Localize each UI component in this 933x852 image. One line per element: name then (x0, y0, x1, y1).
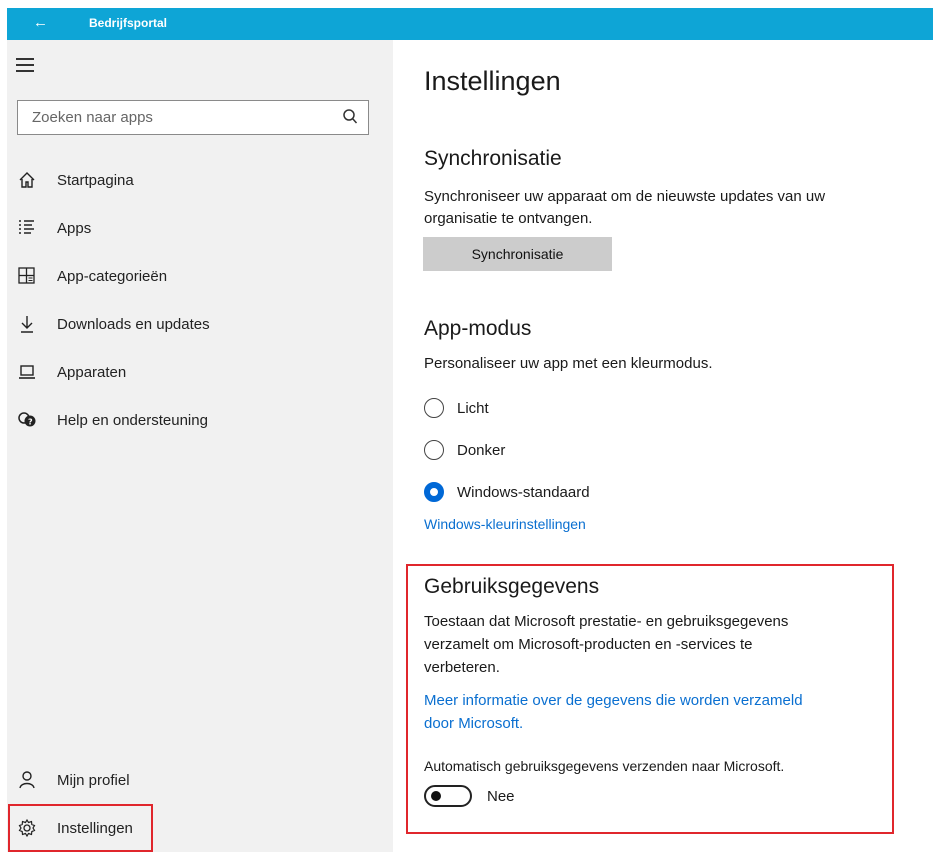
categories-icon (18, 267, 35, 284)
search-icon[interactable] (342, 108, 358, 126)
more-info-link-line2[interactable]: door Microsoft. (424, 713, 523, 735)
apps-list-icon (19, 220, 34, 234)
nav-item-help[interactable]: ? Help en ondersteuning (17, 406, 377, 436)
sync-heading: Synchronisatie (424, 147, 562, 170)
home-icon (19, 172, 35, 188)
help-icon: ? (18, 412, 36, 427)
app-mode-description: Personaliseer uw app met een kleurmodus. (424, 355, 713, 372)
nav-item-mijn-profiel[interactable]: Mijn profiel (17, 766, 377, 796)
usage-heading: Gebruiksgegevens (424, 575, 600, 598)
nav-item-label: Apps (57, 220, 92, 237)
svg-text:?: ? (28, 418, 33, 427)
toggle-knob (431, 791, 441, 801)
usage-description-line1: Toestaan dat Microsoft prestatie- en geb… (424, 613, 789, 630)
usage-description-line2: verzamelt om Microsoft-producten en -ser… (424, 636, 753, 653)
highlight-box-instellingen (8, 804, 153, 852)
title-bar: ← Bedrijfsportal (7, 8, 933, 40)
sync-button[interactable]: Synchronisatie (423, 237, 612, 271)
nav-item-label: Mijn profiel (57, 772, 130, 789)
radio-windows-standaard[interactable]: Windows-standaard (424, 482, 724, 504)
search-box[interactable] (17, 100, 369, 135)
download-icon (21, 316, 33, 333)
radio-licht[interactable]: Licht (424, 398, 724, 420)
toggle-state-label: Nee (487, 788, 515, 805)
nav-item-apparaten[interactable]: Apparaten (17, 358, 377, 388)
more-info-link-line1[interactable]: Meer informatie over de gegevens die wor… (424, 690, 803, 712)
radio-donker[interactable]: Donker (424, 440, 724, 462)
nav-item-startpagina[interactable]: Startpagina (17, 166, 377, 196)
app-mode-heading: App-modus (424, 317, 532, 340)
back-button[interactable]: ← (33, 14, 48, 31)
windows-color-settings-link[interactable]: Windows-kleurinstellingen (424, 513, 586, 535)
laptop-icon (19, 365, 35, 379)
usage-toggle-switch[interactable] (424, 785, 472, 807)
radio-label: Windows-standaard (457, 484, 590, 501)
person-icon (19, 771, 35, 789)
nav-item-label: Downloads en updates (57, 316, 210, 333)
app-title: Bedrijfsportal (89, 16, 168, 30)
nav-item-app-categorieen[interactable]: App-categorieën (17, 262, 377, 292)
nav-item-label: Apparaten (57, 364, 127, 381)
auto-send-label: Automatisch gebruiksgegevens verzenden n… (424, 758, 785, 774)
radio-label: Donker (457, 442, 506, 459)
usage-description-line3: verbeteren. (424, 659, 500, 676)
radio-circle-selected[interactable] (424, 482, 444, 502)
nav-item-label: Help en ondersteuning (57, 412, 208, 429)
navigation-pane: Startpagina Apps App-categorieën Downloa… (7, 40, 393, 852)
sync-description-line1: Synchroniseer uw apparaat om de nieuwste… (424, 188, 826, 205)
nav-item-apps[interactable]: Apps (17, 214, 377, 244)
radio-circle[interactable] (424, 440, 444, 460)
page-title: Instellingen (424, 66, 561, 96)
sync-description-line2: organisatie te ontvangen. (424, 210, 593, 227)
nav-item-label: App-categorieën (57, 268, 168, 285)
radio-circle[interactable] (424, 398, 444, 418)
nav-item-label: Startpagina (57, 172, 134, 189)
search-input[interactable] (30, 108, 334, 127)
nav-item-downloads[interactable]: Downloads en updates (17, 310, 377, 340)
hamburger-menu-icon[interactable] (16, 58, 34, 72)
radio-label: Licht (457, 400, 489, 417)
